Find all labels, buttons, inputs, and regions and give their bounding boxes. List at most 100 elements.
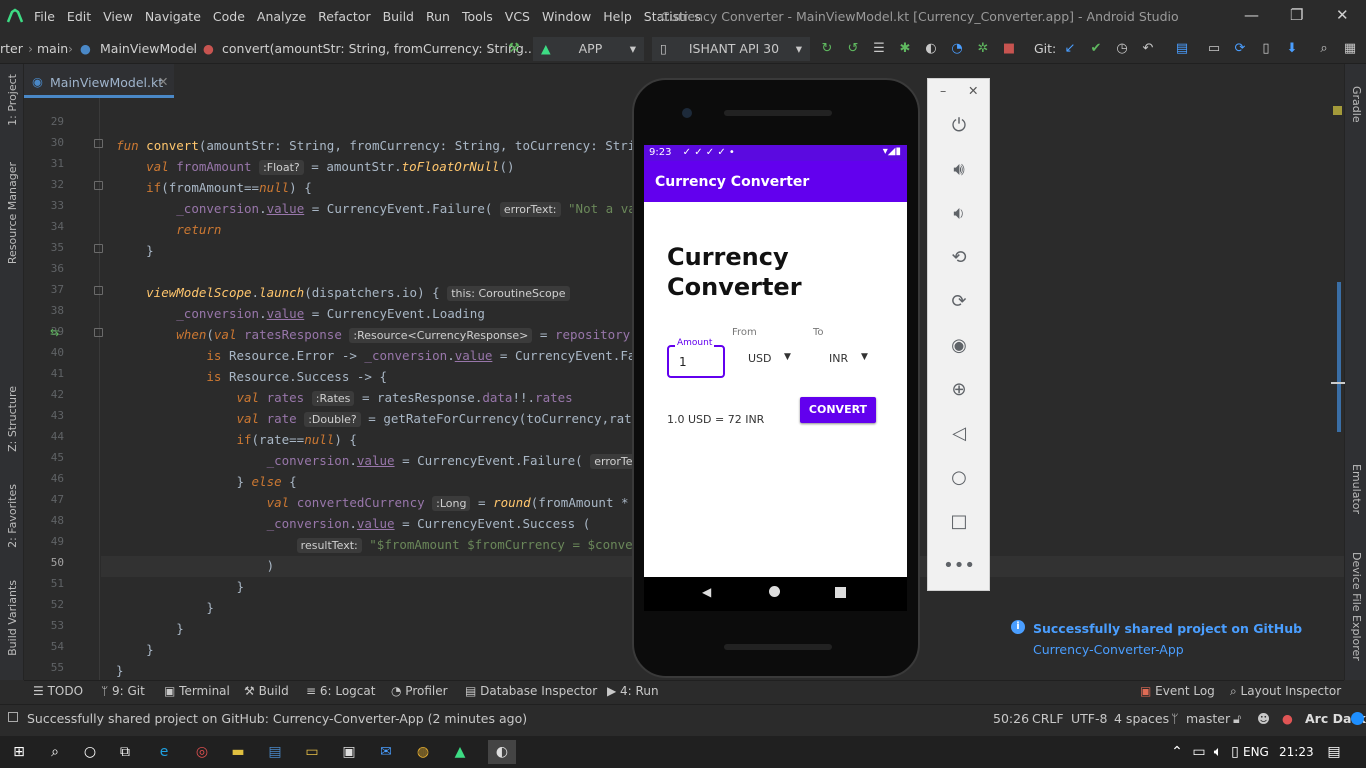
history-icon[interactable]: ◷ — [1114, 40, 1130, 56]
battery-icon[interactable]: ▯ — [1226, 743, 1244, 761]
android-studio-icon[interactable]: ▲ — [451, 743, 469, 761]
file-encoding[interactable]: UTF-8 — [1071, 711, 1107, 726]
breadcrumb-project[interactable]: rter — [0, 41, 23, 56]
status-toggle-icon[interactable] — [8, 712, 18, 722]
amount-input[interactable]: Amount 1 — [667, 338, 725, 378]
emulator-screen[interactable]: Currency Converter Amount 1 From USD ▼ T… — [644, 145, 907, 577]
caret-position[interactable]: 50:26 — [993, 711, 1029, 726]
minimize-icon[interactable]: — — [1244, 6, 1259, 24]
task-view-icon[interactable]: ⧉ — [116, 743, 134, 761]
home-icon[interactable] — [769, 586, 780, 597]
more-options-icon[interactable]: ••• — [943, 551, 975, 579]
close-tab-icon[interactable]: ✕ — [158, 74, 168, 89]
speaker-icon[interactable]: 🔈︎ — [1209, 743, 1227, 761]
device-manager-icon[interactable]: ▯ — [1258, 40, 1274, 56]
terminal-tool-button[interactable]: ▣ Terminal — [164, 684, 230, 698]
rotate-right-icon[interactable]: ⟳ — [945, 287, 973, 315]
resource-manager-tool-button[interactable]: Resource Manager — [6, 162, 19, 264]
recents-icon[interactable] — [835, 587, 846, 598]
indent-setting[interactable]: 4 spaces — [1114, 711, 1169, 726]
emulator-taskbar-icon[interactable]: ◐ — [488, 740, 516, 764]
debug-attach-icon[interactable]: ✲ — [975, 40, 991, 56]
debug-icon[interactable]: ✱ — [897, 40, 913, 56]
git-update-icon[interactable]: ↙ — [1062, 40, 1078, 56]
store-icon[interactable]: ▣ — [340, 743, 358, 761]
menu-vcs[interactable]: VCS — [505, 9, 530, 24]
settings-icon[interactable]: ▦ — [1342, 40, 1358, 56]
menu-code[interactable]: Code — [213, 9, 245, 24]
volume-down-icon[interactable]: 🔉︎ — [945, 199, 973, 227]
overview-icon[interactable]: □ — [945, 507, 973, 535]
notification-link[interactable]: Currency-Converter-App — [1033, 642, 1184, 657]
search-icon[interactable]: ⌕ — [1316, 40, 1332, 56]
profiler-tool-button[interactable]: ◔ Profiler — [391, 684, 448, 698]
screenshot-icon[interactable]: ◉ — [945, 331, 973, 359]
git-branch[interactable]: master — [1186, 711, 1230, 726]
database-inspector-tool-button[interactable]: ▤ Database Inspector — [465, 684, 597, 698]
back-icon[interactable]: ◀ — [702, 585, 711, 599]
volume-up-icon[interactable]: 🔊︎ — [945, 155, 973, 183]
emulator-tool-button[interactable]: Emulator — [1350, 464, 1363, 514]
run-config-select[interactable]: ▲ APP ▾ — [533, 37, 644, 61]
notification-center-icon[interactable]: ▤ — [1325, 743, 1343, 761]
menu-view[interactable]: View — [103, 9, 133, 24]
tray-chevron-up-icon[interactable]: ⌃ — [1168, 743, 1186, 761]
to-currency-select[interactable]: INR ▼ — [829, 352, 885, 370]
back-icon[interactable]: ◁ — [945, 419, 973, 447]
stop-icon[interactable]: ■ — [1001, 40, 1017, 56]
todo-tool-button[interactable]: ☰ TODO — [33, 684, 83, 698]
sync-gradle-icon[interactable]: ⟳ — [1232, 40, 1248, 56]
git-tool-button[interactable]: ᛘ 9: Git — [101, 684, 145, 698]
lock-icon[interactable]: 🔓︎ — [1233, 711, 1241, 727]
breadcrumb-main[interactable]: main — [37, 41, 68, 56]
menu-refactor[interactable]: Refactor — [318, 9, 370, 24]
clock[interactable]: 21:23 — [1279, 745, 1314, 759]
sdk-manager-icon[interactable]: ⬇ — [1284, 40, 1300, 56]
device-select[interactable]: ▯ ISHANT API 30 ▾ — [652, 37, 810, 61]
close-icon[interactable]: ✕ — [1336, 6, 1349, 24]
word-icon[interactable]: ▤ — [266, 743, 284, 761]
close-icon[interactable]: ✕ — [968, 83, 978, 98]
attach-debugger-icon[interactable]: ◐ — [923, 40, 939, 56]
apply-code-changes-icon[interactable]: ☰ — [871, 40, 887, 56]
cortana-icon[interactable]: ○ — [81, 743, 99, 761]
warning-marker-icon[interactable] — [1333, 106, 1342, 115]
logcat-tool-button[interactable]: ≡ 6: Logcat — [306, 684, 375, 698]
power-icon[interactable]: ⏻ — [945, 111, 973, 139]
app-icon[interactable]: ◎ — [193, 743, 211, 761]
minimize-icon[interactable]: – — [940, 83, 946, 98]
project-tool-button[interactable]: 1: Project — [6, 74, 19, 126]
menu-file[interactable]: File — [34, 9, 55, 24]
windows-start-icon[interactable]: ⊞ — [10, 743, 28, 761]
inspector-icon[interactable]: ☻ — [1257, 711, 1270, 726]
menu-build[interactable]: Build — [383, 9, 414, 24]
restore-icon[interactable]: ❐ — [1290, 6, 1303, 24]
rotate-left-icon[interactable]: ⟲ — [945, 243, 973, 271]
editor-scrollbar[interactable] — [1337, 282, 1341, 432]
search-icon[interactable]: ⌕ — [46, 743, 64, 761]
sticky-notes-icon[interactable]: ▬ — [229, 743, 247, 761]
apply-changes-icon[interactable]: ↺ — [845, 40, 861, 56]
rerun-icon[interactable]: ↻ — [819, 40, 835, 56]
chrome-icon[interactable]: ◍ — [414, 743, 432, 761]
project-structure-icon[interactable]: ▤ — [1174, 40, 1190, 56]
breadcrumb-class[interactable]: MainViewModel — [100, 41, 197, 56]
menu-window[interactable]: Window — [542, 9, 591, 24]
tab-mainviewmodel[interactable]: ◉ MainViewModel.kt ✕ — [24, 64, 174, 98]
build-variants-tool-button[interactable]: Build Variants — [6, 580, 19, 656]
layout-inspector-tool-button[interactable]: ⌕ Layout Inspector — [1230, 684, 1341, 699]
gradle-tool-button[interactable]: Gradle — [1350, 86, 1363, 123]
menu-tools[interactable]: Tools — [462, 9, 493, 24]
profile-icon[interactable]: ◔ — [949, 40, 965, 56]
device-file-explorer-tool-button[interactable]: Device File Explorer — [1350, 552, 1363, 661]
network-icon[interactable]: ▭ — [1190, 743, 1208, 761]
menu-edit[interactable]: Edit — [67, 9, 91, 24]
avd-manager-icon[interactable]: ▭ — [1206, 40, 1222, 56]
menu-analyze[interactable]: Analyze — [257, 9, 306, 24]
menu-help[interactable]: Help — [603, 9, 632, 24]
rollback-icon[interactable]: ↶ — [1140, 40, 1156, 56]
hammer-icon[interactable]: ⚒ — [506, 40, 522, 56]
edge-icon[interactable]: e — [155, 743, 173, 761]
error-icon[interactable]: ● — [1282, 711, 1293, 726]
structure-tool-button[interactable]: Z: Structure — [6, 386, 19, 452]
